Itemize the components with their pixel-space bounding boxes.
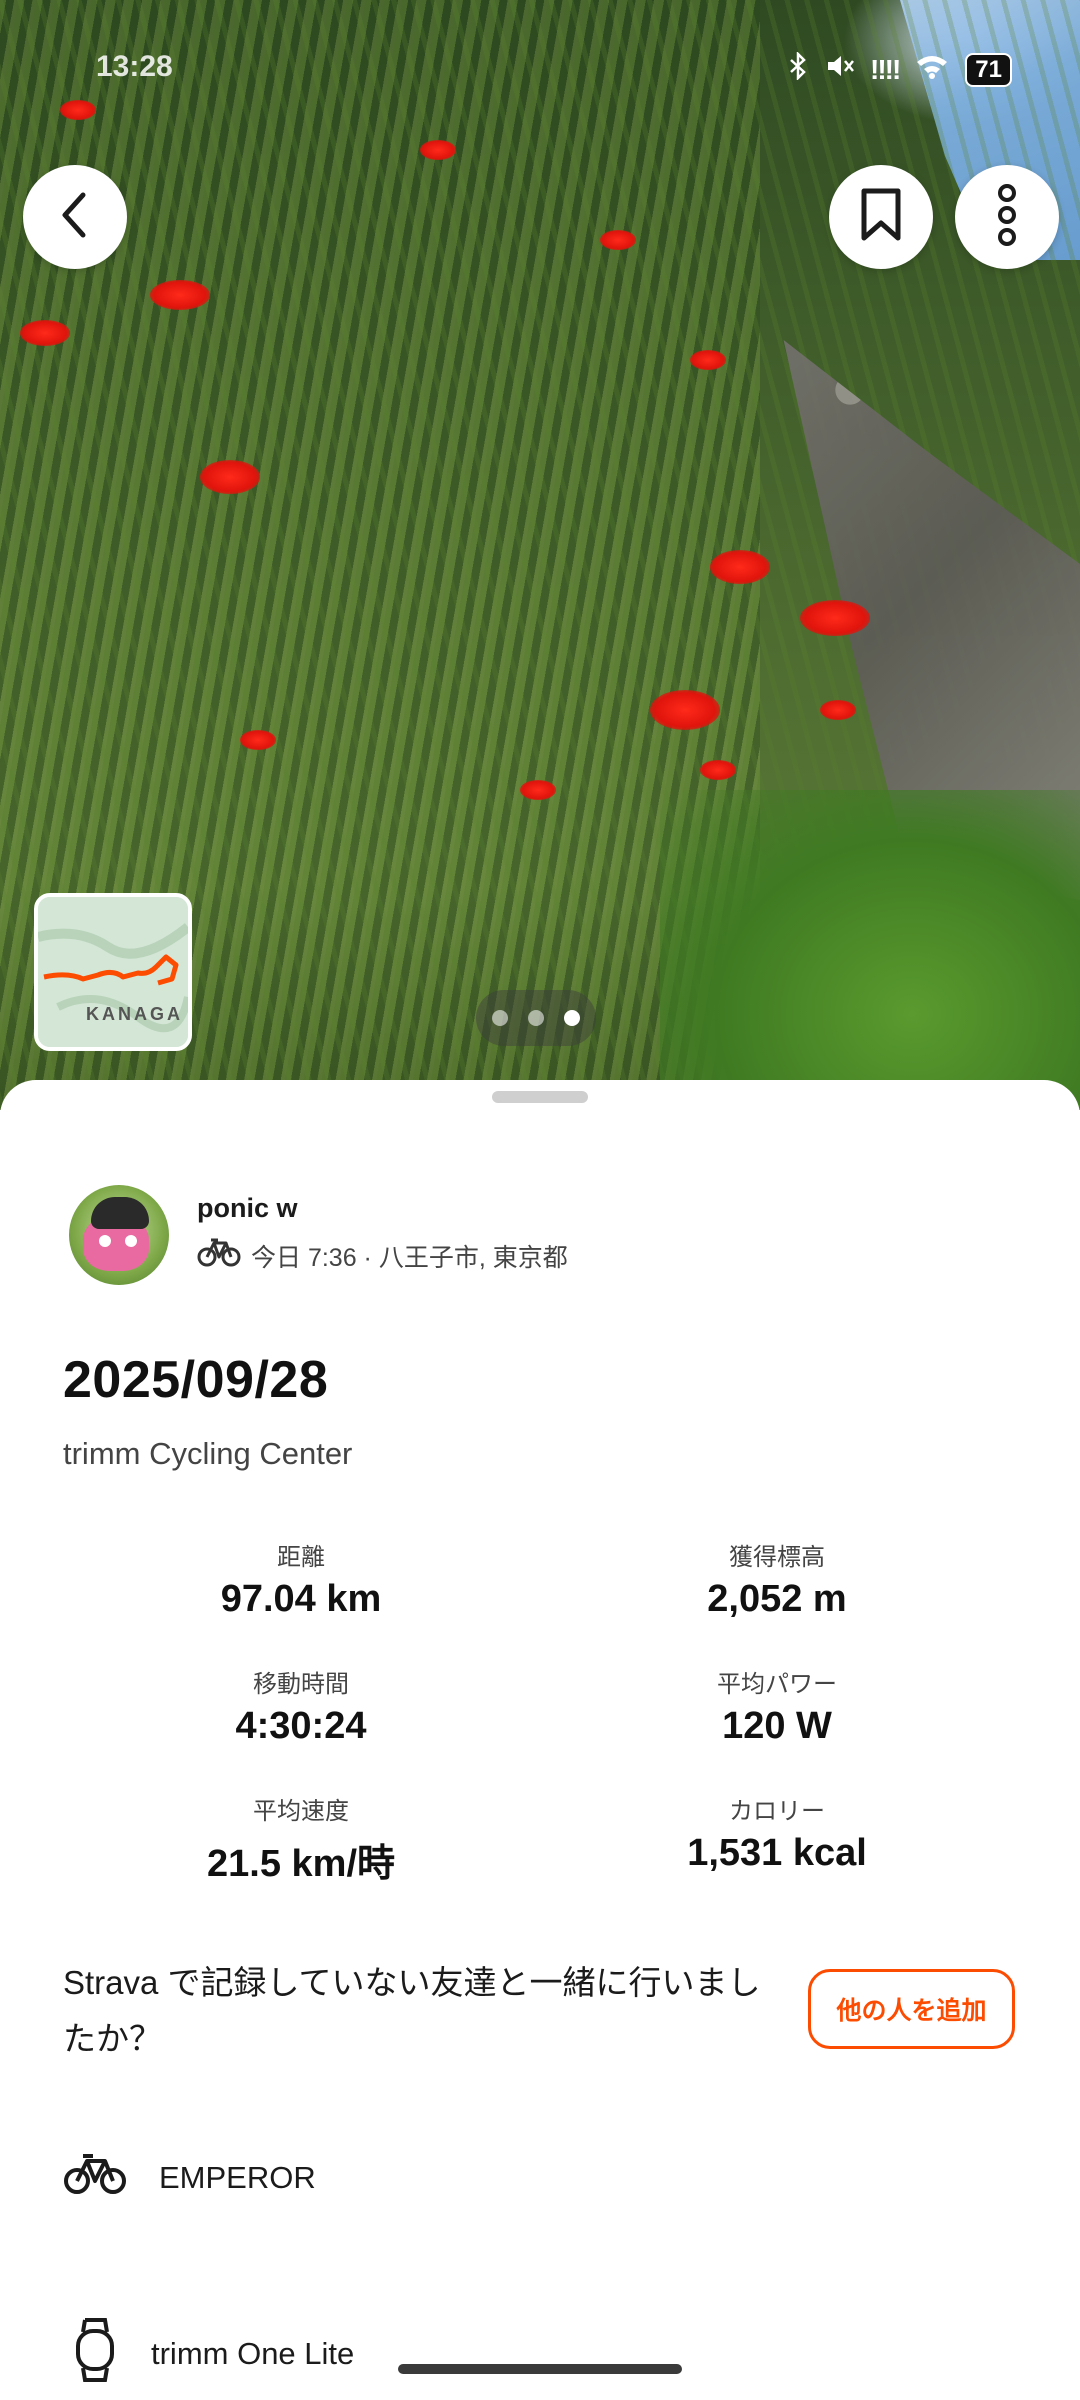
photo-flower [600, 230, 636, 250]
add-friends-prompt: Strava で記録していない友達と一緒に行いましたか？ [63, 1964, 761, 2057]
status-time: 13:28 [96, 50, 173, 83]
avatar-eye [125, 1235, 137, 1247]
gear-bike-name: EMPEROR [159, 2160, 316, 2195]
stat-value: 120 W [722, 1705, 832, 1747]
pager-dot[interactable] [492, 1010, 508, 1026]
stat-avg-power: 平均パワー 120 W [597, 1664, 957, 1748]
photo-foliage [660, 790, 1080, 1110]
stat-distance: 距離 97.04 km [121, 1537, 481, 1621]
activity-time-location: 今日 7:36 · 八王子市, 東京都 [251, 1243, 568, 1272]
stat-label: 移動時間 [253, 1671, 349, 1698]
photo-flower [520, 780, 556, 800]
stat-value: 4:30:24 [235, 1705, 367, 1747]
photo-flower [240, 730, 276, 750]
home-indicator[interactable] [398, 2364, 682, 2374]
photo-flower [800, 600, 870, 636]
photo-flower [150, 280, 210, 310]
bluetooth-icon [788, 50, 808, 87]
status-bar: 13:28 !!!! 71 [0, 40, 1080, 90]
activity-description: trimm Cycling Center [63, 1436, 353, 1471]
photo-flower [690, 350, 726, 370]
wifi-icon [915, 53, 949, 86]
back-button[interactable] [23, 165, 127, 269]
stat-label: 平均速度 [253, 1798, 349, 1825]
map-region-label: KANAGA [86, 1004, 183, 1024]
stat-value: 2,052 m [707, 1578, 847, 1620]
avatar-helmet [91, 1197, 149, 1229]
bike-icon [63, 2152, 127, 2204]
more-vertical-icon [995, 183, 1019, 252]
stat-elevation: 獲得標高 2,052 m [597, 1537, 957, 1621]
photo-flower [650, 690, 720, 730]
stat-label: 獲得標高 [729, 1544, 825, 1571]
stat-moving-time: 移動時間 4:30:24 [121, 1664, 481, 1748]
status-icons: !!!! 71 [788, 50, 1012, 87]
add-others-button[interactable]: 他の人を追加 [808, 1969, 1015, 2049]
photo-flower [820, 700, 856, 720]
chevron-left-icon [55, 191, 95, 244]
route-map-thumbnail[interactable]: KANAGA [34, 893, 192, 1051]
sheet-drag-handle[interactable] [492, 1091, 588, 1103]
photo-pager[interactable] [476, 990, 596, 1046]
avatar[interactable] [69, 1185, 169, 1285]
stat-label: カロリー [729, 1798, 825, 1825]
battery-indicator: 71 [965, 52, 1012, 87]
mute-icon [824, 52, 854, 87]
gear-device-row[interactable]: trimm One Lite [63, 2318, 354, 2390]
stat-value: 97.04 km [220, 1578, 382, 1620]
pager-dot[interactable] [528, 1010, 544, 1026]
photo-flower [700, 760, 736, 780]
photo-flower [710, 550, 770, 584]
stat-avg-speed: 平均速度 21.5 km/時 [121, 1791, 481, 1887]
signal-icon: !!!! [870, 53, 901, 85]
stat-label: 平均パワー [717, 1671, 837, 1698]
activity-meta: 今日 7:36 · 八王子市, 東京都 [197, 1237, 568, 1274]
gear-device-name: trimm One Lite [151, 2336, 355, 2371]
bookmark-button[interactable] [829, 165, 933, 269]
watch-icon [63, 2318, 115, 2390]
bike-icon [197, 1237, 241, 1274]
athlete-name[interactable]: ponic w [197, 1193, 298, 1224]
photo-flower [60, 100, 96, 120]
activity-title: 2025/09/28 [63, 1351, 329, 1409]
stat-label: 距離 [277, 1544, 325, 1571]
stat-calories: カロリー 1,531 kcal [597, 1791, 957, 1875]
bookmark-icon [859, 187, 903, 248]
photo-flower [420, 140, 456, 160]
pager-dot-active[interactable] [564, 1010, 580, 1026]
more-options-button[interactable] [955, 165, 1059, 269]
photo-flower [20, 320, 70, 346]
gear-bike-row[interactable]: EMPEROR [63, 2152, 316, 2204]
avatar-eye [99, 1235, 111, 1247]
stat-value: 1,531 kcal [687, 1832, 867, 1874]
stat-value: 21.5 km/時 [207, 1843, 395, 1885]
photo-flower [200, 460, 260, 494]
